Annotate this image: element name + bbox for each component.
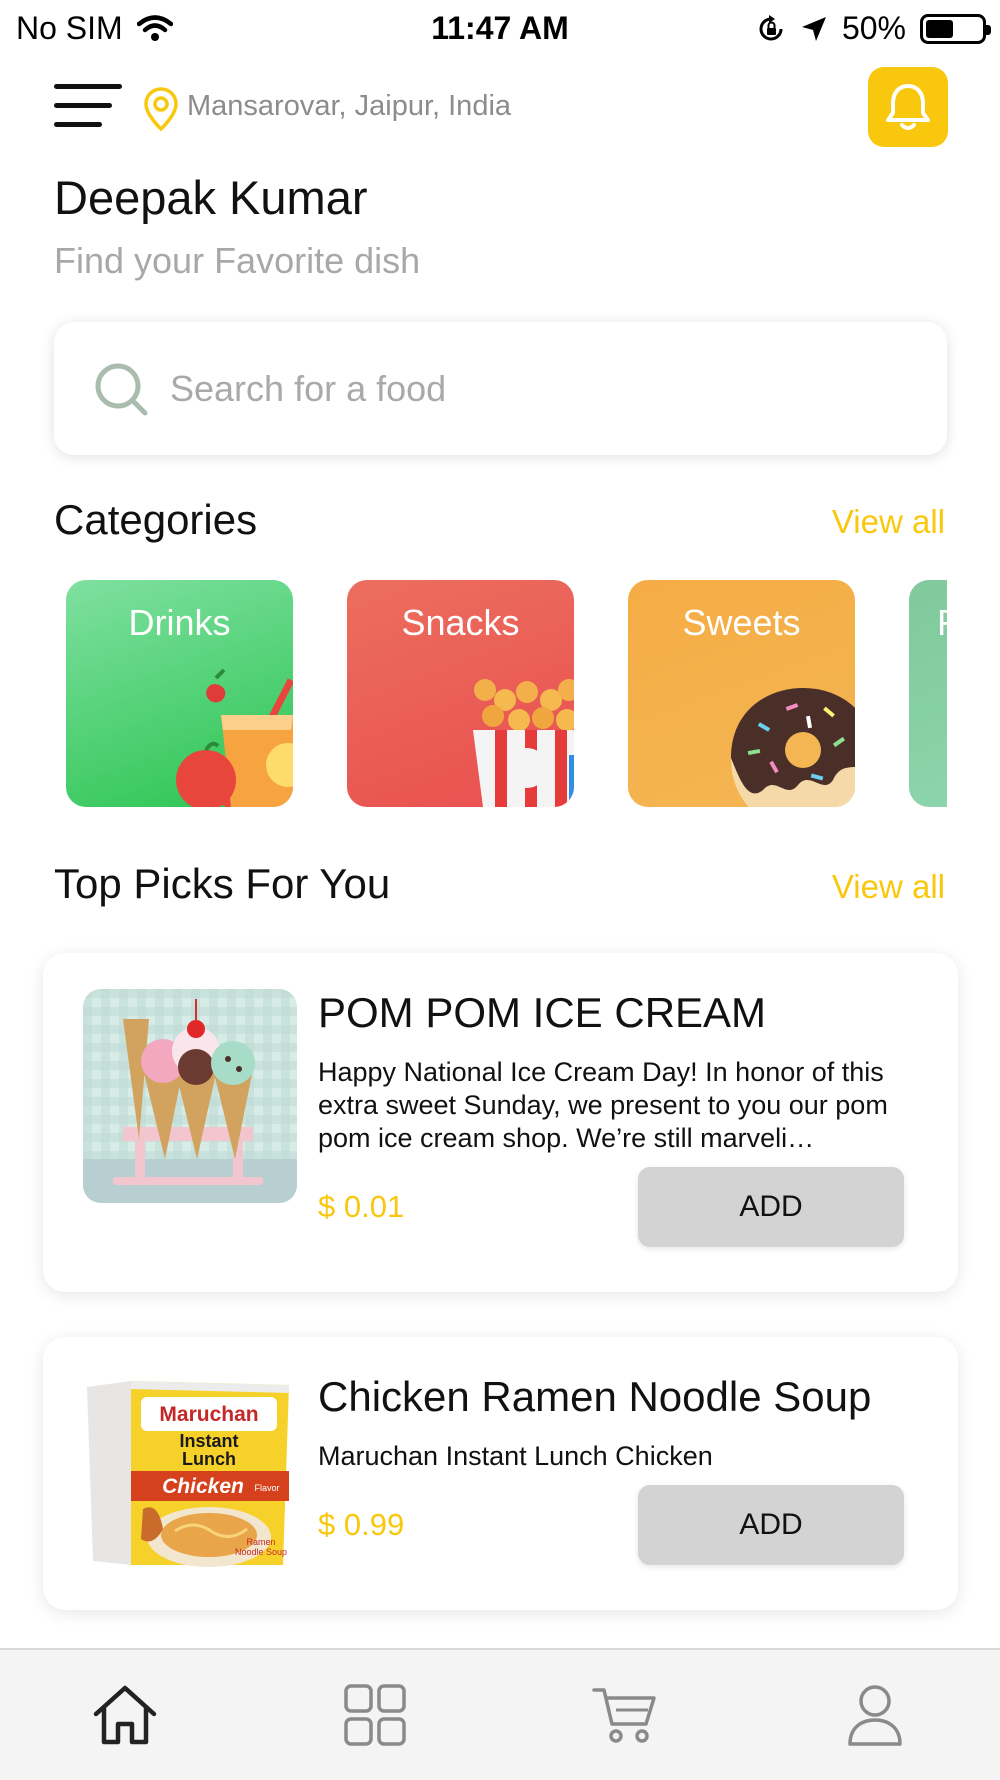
- product-price: $ 0.01: [318, 1189, 405, 1224]
- package-line1: Instant: [179, 1431, 238, 1451]
- category-label: Drinks: [128, 602, 231, 643]
- location-label[interactable]: Mansarovar, Jaipur, India: [187, 90, 511, 123]
- menu-button[interactable]: [54, 84, 122, 130]
- status-right: 50%: [756, 10, 991, 47]
- add-to-cart-button[interactable]: ADD: [638, 1485, 904, 1565]
- search-input[interactable]: [168, 350, 912, 428]
- grid-icon: [344, 1684, 406, 1746]
- category-fourth[interactable]: F: [909, 580, 947, 807]
- category-label: Sweets: [682, 602, 801, 643]
- orientation-lock-icon: [759, 14, 783, 40]
- add-to-cart-button[interactable]: ADD: [638, 1167, 904, 1247]
- profile-icon: [848, 1685, 902, 1746]
- location-arrow-icon: [801, 16, 826, 41]
- tab-home[interactable]: [80, 1670, 170, 1760]
- battery-percent: 50%: [841, 10, 906, 46]
- page-subtitle: Find your Favorite dish: [54, 240, 421, 281]
- category-label: F: [937, 602, 947, 644]
- category-drinks[interactable]: Drinks: [66, 580, 293, 807]
- status-bar: No SIM 11:47 AM 50%: [0, 0, 1000, 56]
- bottom-tab-bar: [0, 1648, 1000, 1780]
- categories-view-all-link[interactable]: View all: [832, 503, 945, 541]
- search-icon: [95, 363, 148, 416]
- menu-icon-line: [54, 84, 122, 89]
- menu-icon-line: [54, 103, 112, 108]
- product-name: POM POM ICE CREAM: [318, 989, 767, 1036]
- battery-icon: [920, 13, 991, 44]
- tab-profile[interactable]: [830, 1670, 920, 1760]
- product-description: Maruchan Instant Lunch Chicken: [318, 1441, 713, 1471]
- product-card[interactable]: Maruchan Instant Lunch Chicken Flavor Ra…: [43, 1337, 958, 1610]
- package-flavor-suffix: Flavor: [254, 1483, 279, 1493]
- top-picks-title: Top Picks For You: [54, 860, 391, 907]
- ramen-cup-illustration: Maruchan Instant Lunch Chicken Flavor Ra…: [87, 1381, 289, 1567]
- battery-level: [926, 19, 953, 38]
- ice-cream-illustration: [83, 989, 297, 1203]
- product-card[interactable]: POM POM ICE CREAM Happy National Ice Cre…: [43, 953, 958, 1292]
- package-tag1: Ramen: [246, 1537, 275, 1547]
- package-tag2: Noodle Soup: [235, 1547, 287, 1557]
- menu-icon-line: [54, 122, 102, 127]
- package-brand: Maruchan: [159, 1403, 258, 1426]
- category-carousel[interactable]: Drinks Snacks Sweets: [66, 580, 947, 807]
- search-box[interactable]: [54, 322, 947, 455]
- location-pin-icon: [144, 87, 178, 132]
- category-snacks[interactable]: Snacks: [347, 580, 574, 807]
- category-sweets[interactable]: Sweets: [628, 580, 855, 807]
- category-label: Snacks: [401, 602, 520, 643]
- user-name: Deepak Kumar: [54, 171, 368, 224]
- cart-icon: [592, 1688, 656, 1743]
- ramen-image: Maruchan Instant Lunch Chicken Flavor Ra…: [83, 1379, 297, 1569]
- package-line2: Lunch: [182, 1449, 236, 1469]
- package-flavor: Chicken: [162, 1475, 244, 1498]
- top-picks-view-all-link[interactable]: View all: [832, 868, 945, 906]
- product-price: $ 0.99: [318, 1507, 405, 1542]
- bell-icon: [886, 84, 930, 130]
- tab-cart[interactable]: [580, 1670, 670, 1760]
- notifications-button[interactable]: [868, 67, 948, 147]
- home-icon: [93, 1685, 157, 1745]
- product-name: Chicken Ramen Noodle Soup: [318, 1373, 872, 1420]
- tab-categories[interactable]: [330, 1670, 420, 1760]
- product-description: Happy National Ice Cream Day! In honor o…: [318, 1057, 888, 1153]
- ice-cream-image: [83, 989, 297, 1203]
- categories-title: Categories: [54, 496, 258, 543]
